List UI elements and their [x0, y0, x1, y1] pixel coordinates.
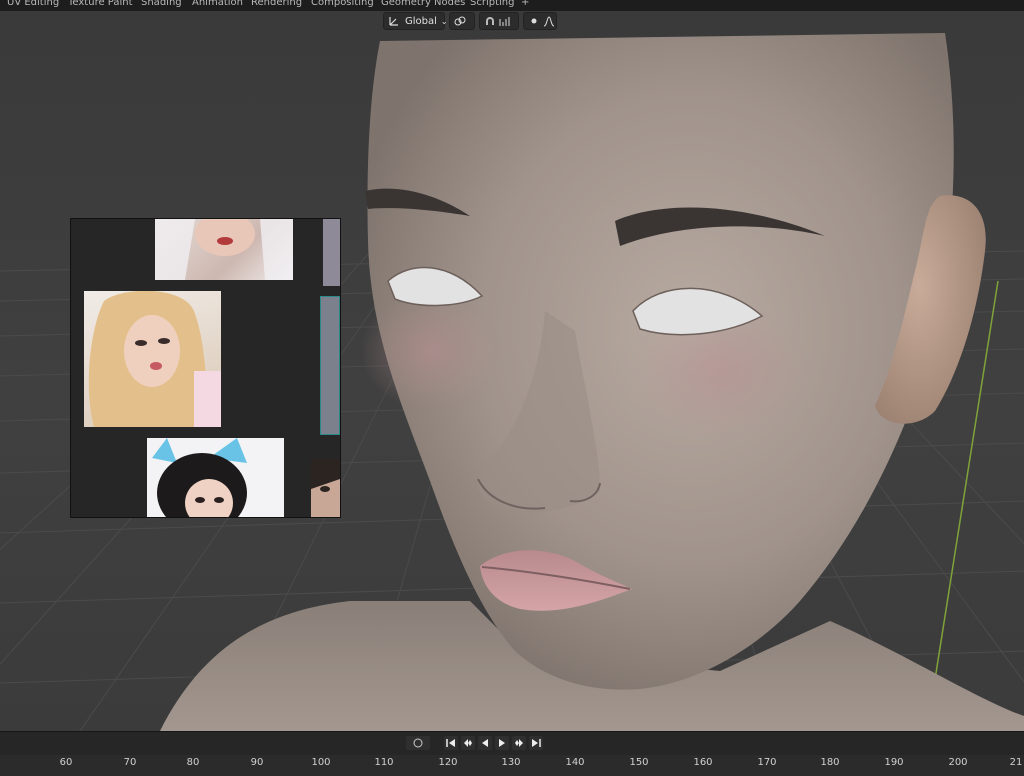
proportional-edit-icon [528, 15, 540, 27]
workspace-tabs: UV Editing Texture Paint Shading Animati… [0, 0, 1024, 11]
frame-tick: 180 [820, 757, 840, 768]
frame-tick: 100 [311, 757, 331, 768]
tab-animation[interactable]: Animation [192, 0, 243, 8]
reference-photo-4 [311, 459, 340, 517]
transform-orientation-icon [388, 15, 400, 27]
frame-tick: 21 [1009, 757, 1023, 768]
frame-tick: 200 [948, 757, 968, 768]
timeline-header [0, 731, 1024, 756]
frame-tick: 150 [629, 757, 649, 768]
left-cheek [360, 291, 500, 411]
jump-start-icon[interactable] [444, 736, 458, 750]
snap-toggle[interactable] [479, 12, 519, 30]
frame-tick: 90 [250, 757, 264, 768]
pivot-point-dropdown[interactable] [449, 12, 475, 30]
tab-compositing[interactable]: Compositing [311, 0, 374, 8]
frame-tick: 170 [757, 757, 777, 768]
play-icon[interactable] [495, 736, 509, 750]
frame-tick: 140 [565, 757, 585, 768]
keyframe-next-icon[interactable] [512, 736, 526, 750]
snap-increment-icon [499, 15, 511, 27]
chevron-down-icon: ⌄ [440, 16, 448, 26]
tab-rendering[interactable]: Rendering [251, 0, 302, 8]
frame-tick: 110 [374, 757, 394, 768]
transform-orientation-value: Global [405, 15, 437, 27]
reference-photo-1 [155, 219, 293, 280]
reference-image-panel[interactable] [70, 218, 341, 518]
frame-tick: 70 [123, 757, 137, 768]
reference-photo-3 [147, 438, 284, 517]
magnet-icon [484, 15, 496, 27]
frame-tick: 190 [884, 757, 904, 768]
frame-tick: 80 [186, 757, 200, 768]
proportional-edit-toggle[interactable] [523, 12, 557, 30]
jump-end-icon[interactable] [529, 736, 543, 750]
frame-tick: 120 [438, 757, 458, 768]
viewport-header: Global ⌄ [383, 11, 557, 31]
frame-tick: 130 [501, 757, 521, 768]
frame-tick: 160 [693, 757, 713, 768]
add-workspace-button[interactable]: + [521, 0, 529, 8]
reference-strip-1 [323, 219, 340, 286]
tab-texture-paint[interactable]: Texture Paint [68, 0, 133, 8]
keyframe-prev-icon[interactable] [461, 736, 475, 750]
tab-scripting[interactable]: Scripting [470, 0, 514, 8]
reference-strip-2 [320, 296, 340, 435]
reference-photo-2 [84, 291, 221, 427]
frame-tick: 60 [59, 757, 73, 768]
link-icon [454, 15, 466, 27]
keying-dropdown[interactable] [406, 736, 430, 750]
play-reverse-icon[interactable] [478, 736, 492, 750]
playback-controls [406, 736, 543, 750]
falloff-curve-icon [543, 15, 555, 27]
transform-orientation-dropdown[interactable]: Global ⌄ [383, 12, 448, 30]
tab-shading[interactable]: Shading [141, 0, 182, 8]
3d-viewport[interactable]: Global ⌄ [0, 11, 1024, 731]
tab-uv-editing[interactable]: UV Editing [7, 0, 59, 8]
frame-ruler[interactable]: 60 70 80 90 100 110 120 130 140 150 160 … [0, 755, 1024, 776]
tab-geometry-nodes[interactable]: Geometry Nodes [381, 0, 465, 8]
